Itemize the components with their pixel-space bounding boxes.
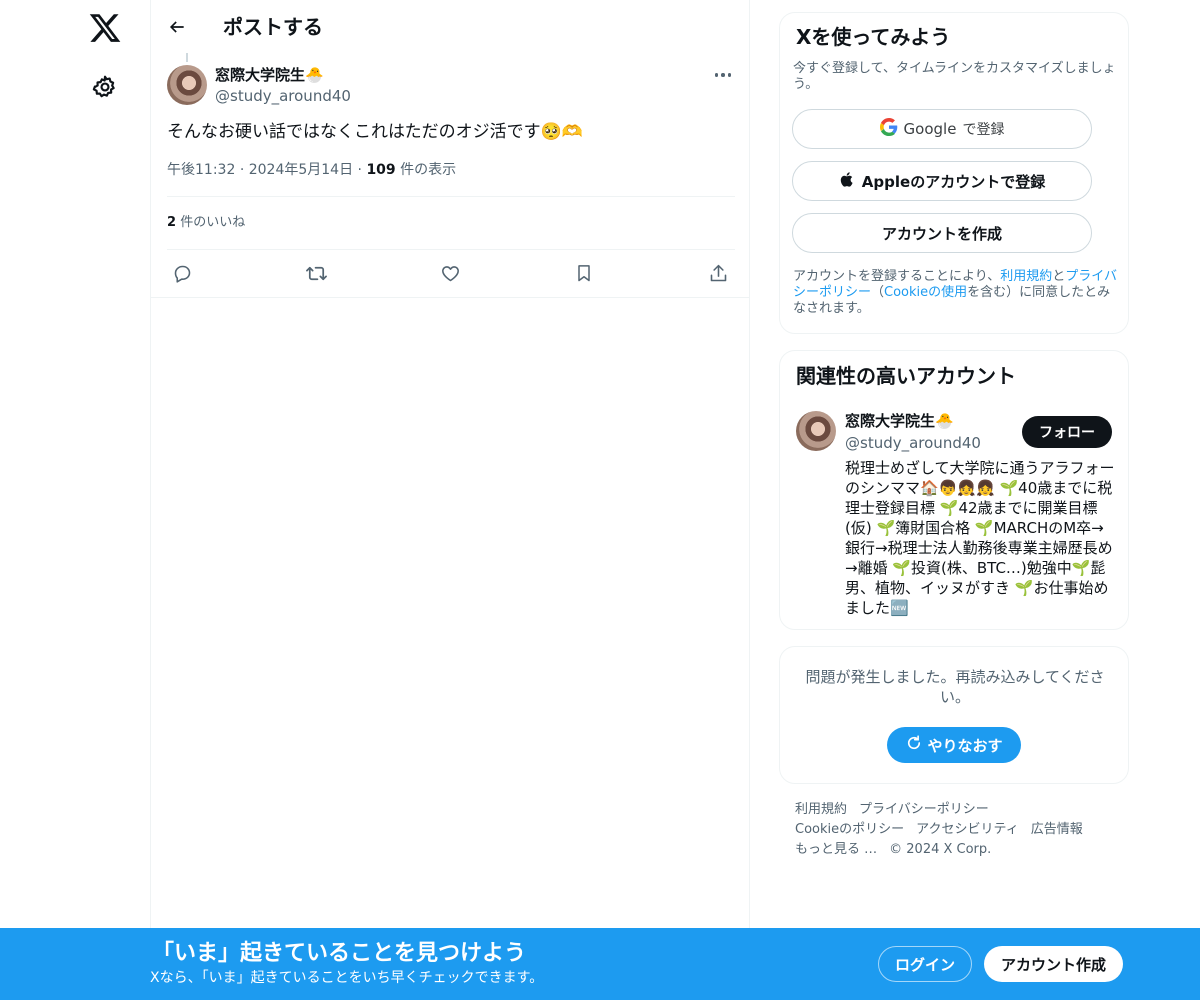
views-count: 109	[366, 162, 396, 178]
more-options-icon[interactable]	[711, 64, 735, 86]
create-account-label: アカウントを作成	[881, 224, 1002, 243]
divider	[167, 249, 735, 250]
related-accounts-card: 関連性の高いアカウント 窓際大学院生🐣 @study_around40 フォロー…	[779, 350, 1129, 630]
reply-icon[interactable]	[169, 260, 195, 286]
likes-label: 件のいいね	[180, 215, 246, 230]
apple-signup-label: Appleのアカウントで登録	[861, 172, 1046, 191]
related-account-handle[interactable]: @study_around40	[845, 433, 981, 453]
post-date[interactable]: 2024年5月14日	[249, 162, 353, 178]
meta-separator: ·	[239, 162, 249, 178]
cookie-link[interactable]: Cookieの使用	[884, 285, 967, 300]
footer-link[interactable]: 利用規約	[795, 802, 847, 817]
error-message: 問題が発生しました。再読み込みしてください。	[805, 668, 1105, 706]
legal-text: （	[871, 285, 885, 300]
terms-link[interactable]: 利用規約	[1000, 269, 1052, 284]
left-nav	[0, 0, 150, 1000]
share-icon[interactable]	[705, 260, 731, 286]
legal-text: と	[1052, 269, 1066, 284]
thread-connector	[186, 53, 188, 62]
post-meta: 午後11:32 · 2024年5月14日 · 109 件の表示	[167, 160, 456, 180]
main-column: ポストする 窓際大学院生🐣 @study_around40 そんなお硬い話ではな…	[150, 0, 750, 1000]
banner-title: 「いま」起きていることを見つけよう	[152, 941, 527, 966]
banner-subtitle: Xなら、「いま」起きていることをいち早くチェックできます。	[150, 970, 544, 986]
like-icon[interactable]	[437, 260, 463, 286]
avatar[interactable]	[167, 65, 207, 105]
post-author-handle[interactable]: @study_around40	[215, 86, 351, 106]
gear-icon[interactable]	[92, 74, 118, 100]
retry-label: やりなおす	[927, 736, 1003, 755]
post-time[interactable]: 午後11:32	[167, 162, 235, 178]
bookmark-icon[interactable]	[571, 260, 597, 286]
likes-count: 2	[167, 215, 177, 230]
bottom-signup-banner: 「いま」起きていることを見つけよう Xなら、「いま」起きていることをいち早くチェ…	[0, 928, 1200, 1000]
footer-more-link[interactable]: もっと見る …	[795, 842, 877, 857]
apple-signup-button[interactable]: Appleのアカウントで登録	[792, 161, 1092, 201]
google-signup-button[interactable]: Google で登録	[792, 109, 1092, 149]
copyright: © 2024 X Corp.	[889, 842, 992, 857]
google-signup-suffix: で登録	[962, 122, 1005, 138]
login-button[interactable]: ログイン	[878, 946, 972, 982]
back-arrow-icon[interactable]	[163, 13, 191, 41]
page-title: ポストする	[223, 15, 323, 39]
signup-note: 今すぐ登録して、タイムラインをカスタマイズしましょう。	[793, 61, 1116, 92]
signup-card: Xを使ってみよう 今すぐ登録して、タイムラインをカスタマイズしましょう。 Goo…	[779, 12, 1129, 334]
page-header: ポストする	[151, 0, 750, 53]
legal-text: アカウントを登録することにより、	[793, 269, 1001, 284]
footer-link[interactable]: Cookieのポリシー	[795, 822, 904, 837]
error-card: 問題が発生しました。再読み込みしてください。 やりなおす	[779, 646, 1129, 784]
banner-create-account-button[interactable]: アカウント作成	[984, 946, 1123, 982]
related-account-name[interactable]: 窓際大学院生🐣	[845, 411, 954, 431]
create-account-button[interactable]: アカウントを作成	[792, 213, 1092, 253]
likes-link[interactable]: 2 件のいいね	[167, 213, 245, 233]
follow-button[interactable]: フォロー	[1022, 416, 1112, 448]
views-label: 件の表示	[400, 162, 457, 178]
footer-links: 利用規約 プライバシーポリシー Cookieのポリシー アクセシビリティ 広告情報 も…	[795, 800, 1115, 860]
repost-icon[interactable]	[303, 260, 329, 286]
related-account-bio: 税理士めざして大学院に通うアラフォーのシンママ🏠👦👧👧 🌱40歳までに税理士登録…	[845, 459, 1115, 617]
retry-button[interactable]: やりなおす	[887, 727, 1021, 763]
footer-link[interactable]: プライバシーポリシー	[859, 802, 989, 817]
google-icon	[879, 118, 898, 140]
google-signup-brand: Google	[903, 120, 957, 138]
legal-notice: アカウントを登録することにより、利用規約とプライバシーポリシー（Cookieの使…	[793, 269, 1119, 317]
signup-title: Xを使ってみよう	[796, 25, 951, 49]
footer-link[interactable]: 広告情報	[1031, 822, 1083, 837]
post-actions	[167, 260, 735, 286]
post-text: そんなお硬い話ではなくこれはただのオジ活です🥺🫶	[167, 122, 583, 142]
post-author-name[interactable]: 窓際大学院生🐣	[215, 65, 324, 85]
divider	[151, 297, 750, 298]
refresh-icon	[905, 734, 923, 756]
related-title: 関連性の高いアカウント	[796, 364, 1016, 388]
footer-link[interactable]: アクセシビリティ	[916, 822, 1019, 837]
avatar[interactable]	[796, 411, 836, 451]
apple-icon	[839, 170, 856, 193]
divider	[167, 196, 735, 197]
x-logo-icon[interactable]	[88, 11, 122, 45]
